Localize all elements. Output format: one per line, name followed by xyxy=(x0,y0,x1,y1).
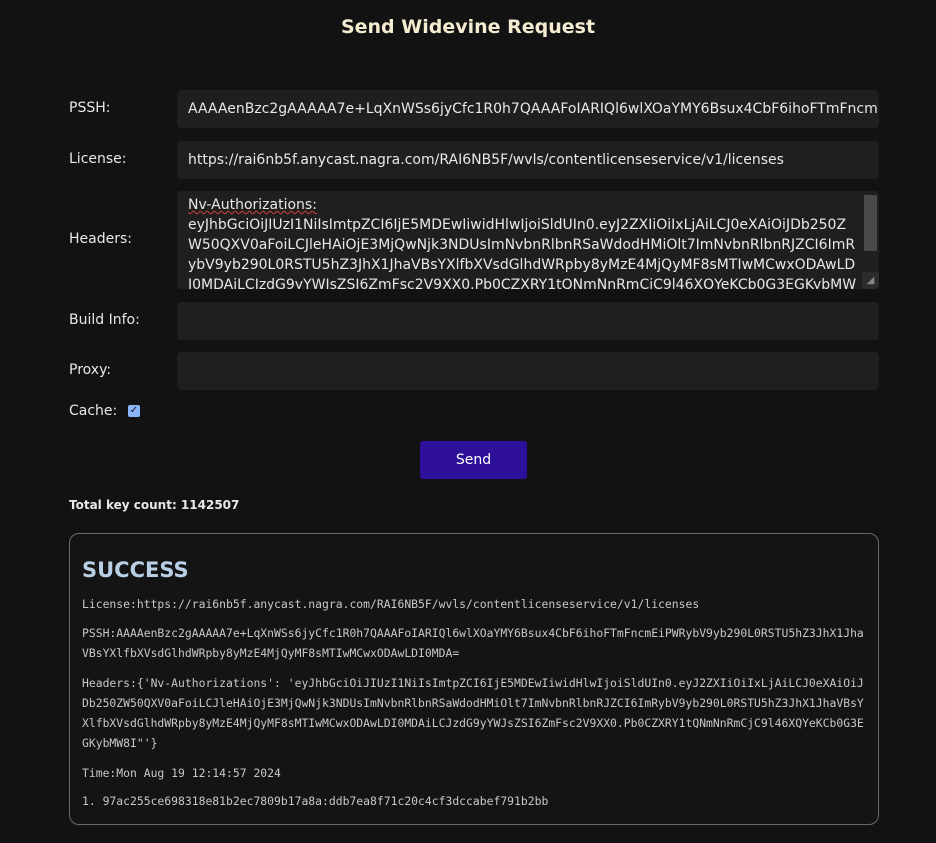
result-headers-line: Headers:{'Nv-Authorizations': 'eyJhbGciO… xyxy=(82,676,864,750)
license-input[interactable]: https://rai6nb5f.anycast.nagra.com/RAI6N… xyxy=(177,141,879,179)
page-title: Send Widevine Request xyxy=(340,16,596,38)
pssh-label: PSSH: xyxy=(69,100,111,116)
result-time-line: Time:Mon Aug 19 12:14:57 2024 xyxy=(82,766,281,780)
cache-checkbox[interactable]: ✓ xyxy=(128,405,140,417)
headers-key-text: Nv-Authorizations: xyxy=(188,197,317,213)
license-label: License: xyxy=(69,151,127,167)
result-status: SUCCESS xyxy=(82,558,189,582)
total-key-count: Total key count: 1142507 xyxy=(69,498,240,512)
headers-label: Headers: xyxy=(69,231,132,247)
result-license-line: License:https://rai6nb5f.anycast.nagra.c… xyxy=(82,597,700,611)
cache-label: Cache: xyxy=(69,403,118,419)
proxy-input[interactable] xyxy=(177,352,879,390)
result-pssh-line: PSSH:AAAAenBzc2gAAAAA7e+LqXnWSs6jyCfc1R0… xyxy=(82,626,864,660)
resize-grip-icon[interactable]: ◢ xyxy=(862,272,879,289)
checkmark-icon: ✓ xyxy=(129,405,139,416)
build-info-label: Build Info: xyxy=(69,312,140,328)
headers-scrollbar-thumb[interactable] xyxy=(864,195,877,251)
build-info-input[interactable] xyxy=(177,302,879,340)
result-panel: SUCCESS License:https://rai6nb5f.anycast… xyxy=(69,533,879,825)
headers-textarea[interactable]: Nv-Authorizations: eyJhbGciOiJIUzI1NiIsI… xyxy=(177,191,879,289)
pssh-input[interactable]: AAAAenBzc2gAAAAA7e+LqXnWSs6jyCfc1R0h7QAA… xyxy=(177,90,879,128)
key-list-item: 1. 97ac255ce698318e81b2ec7809b17a8a:ddb7… xyxy=(82,794,549,808)
proxy-label: Proxy: xyxy=(69,362,112,378)
headers-value-text: eyJhbGciOiJIUzI1NiIsImtpZCI6IjE5MDEwIiwi… xyxy=(188,217,857,289)
send-button[interactable]: Send xyxy=(420,441,527,479)
